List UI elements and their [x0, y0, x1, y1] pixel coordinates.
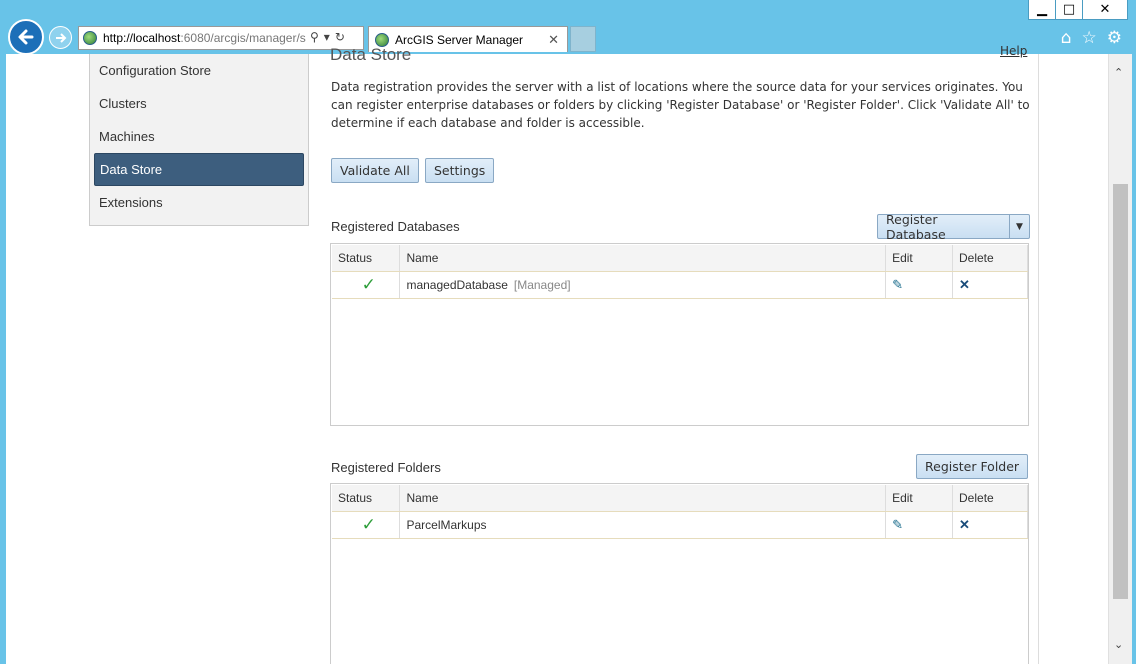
maximize-icon[interactable]: □: [1055, 0, 1083, 20]
tab-close-icon[interactable]: ✕: [548, 32, 559, 48]
edit-pencil-icon[interactable]: ✎: [892, 277, 903, 292]
help-link[interactable]: Help: [1000, 44, 1027, 58]
sidebar-item-machines[interactable]: Machines: [90, 120, 308, 153]
window-frame-left: [0, 54, 6, 664]
column-edit: Edit: [885, 245, 953, 272]
register-database-label: Register Database: [886, 211, 946, 242]
column-delete: Delete: [952, 485, 1028, 512]
favorites-star-icon[interactable]: ☆: [1082, 28, 1097, 48]
register-database-button[interactable]: Register Database ▼: [877, 211, 1030, 242]
register-folder-button[interactable]: Register Folder: [916, 454, 1029, 479]
delete-x-icon[interactable]: ✕: [959, 517, 970, 532]
forward-button[interactable]: [49, 26, 72, 49]
window-frame-right: [1132, 54, 1136, 664]
column-status: Status: [332, 245, 401, 272]
sidebar: Configuration Store Clusters Machines Da…: [89, 54, 309, 226]
minimize-icon[interactable]: ▁: [1028, 0, 1056, 20]
table-header-row: Status Name Edit Delete: [332, 485, 1028, 512]
sidebar-item-clusters[interactable]: Clusters: [90, 87, 308, 120]
back-arrow-icon: [18, 29, 34, 45]
home-icon[interactable]: ⌂: [1061, 28, 1072, 48]
dropdown-icon[interactable]: ▾: [324, 30, 330, 44]
url-path: :6080/arcgis/manager/s: [180, 31, 306, 45]
column-edit: Edit: [885, 485, 954, 512]
status-ok-icon: ✓: [361, 274, 376, 294]
registered-folders-label: Registered Folders: [331, 460, 441, 475]
scrollbar-thumb[interactable]: [1113, 184, 1128, 599]
browser-tools: ⌂ ☆ ⚙: [1061, 28, 1122, 48]
content-divider: [1038, 54, 1039, 664]
folders-table: Status Name Edit Delete ✓ ParcelMarkups …: [332, 485, 1028, 539]
vertical-scrollbar[interactable]: ⌃ ⌄: [1108, 54, 1132, 664]
url-host: http://localhost: [103, 31, 181, 45]
site-globe-icon: [83, 31, 97, 45]
search-icon[interactable]: ⚲: [310, 30, 319, 44]
column-name: Name: [399, 485, 887, 512]
description-text: Data registration provides the server wi…: [331, 80, 1030, 130]
sidebar-item-configuration-store[interactable]: Configuration Store: [90, 54, 308, 87]
browser-chrome: ▁ □ ✕ http://localhost:6080/arcgis/manag…: [0, 0, 1136, 55]
managed-tag: [Managed]: [513, 277, 571, 292]
table-row[interactable]: ✓ ParcelMarkups ✎ ✕: [332, 511, 1028, 539]
address-icons: ⚲ ▾ ↻: [310, 30, 345, 44]
gear-icon[interactable]: ⚙: [1107, 28, 1122, 48]
folders-panel: Status Name Edit Delete ✓ ParcelMarkups …: [330, 483, 1029, 664]
delete-x-icon[interactable]: ✕: [959, 277, 970, 292]
databases-table: Status Name Edit Delete ✓ managedDatabas…: [332, 245, 1028, 299]
settings-button[interactable]: Settings: [425, 158, 495, 183]
table-row[interactable]: ✓ managedDatabase [Managed] ✎ ✕: [332, 271, 1028, 299]
scroll-up-icon[interactable]: ⌃: [1114, 66, 1123, 79]
new-tab-button[interactable]: [570, 26, 596, 52]
refresh-icon[interactable]: ↻: [335, 30, 345, 44]
folder-name: ParcelMarkups: [406, 517, 487, 532]
table-header-row: Status Name Edit Delete: [332, 245, 1028, 272]
chevron-down-icon: ▼: [1016, 221, 1023, 232]
validate-all-button[interactable]: Validate All: [331, 158, 419, 183]
tab-title: ArcGIS Server Manager: [395, 32, 524, 47]
column-status: Status: [332, 485, 401, 512]
registered-databases-label: Registered Databases: [331, 219, 460, 234]
edit-pencil-icon[interactable]: ✎: [892, 517, 903, 532]
close-window-icon[interactable]: ✕: [1082, 0, 1128, 20]
status-ok-icon: ✓: [361, 514, 376, 534]
scroll-down-icon[interactable]: ⌄: [1114, 638, 1123, 651]
database-name: managedDatabase: [406, 277, 508, 292]
column-delete: Delete: [952, 245, 1028, 272]
page-title: Data Store: [330, 45, 412, 64]
databases-panel: Status Name Edit Delete ✓ managedDatabas…: [330, 243, 1029, 426]
forward-arrow-icon: [55, 32, 66, 43]
sidebar-item-data-store[interactable]: Data Store: [94, 153, 304, 186]
column-name: Name: [399, 245, 887, 272]
window-controls: ▁ □ ✕: [1028, 0, 1128, 20]
back-button[interactable]: [8, 19, 44, 55]
sidebar-item-extensions[interactable]: Extensions: [90, 186, 308, 219]
register-database-dropdown[interactable]: ▼: [1009, 215, 1029, 238]
